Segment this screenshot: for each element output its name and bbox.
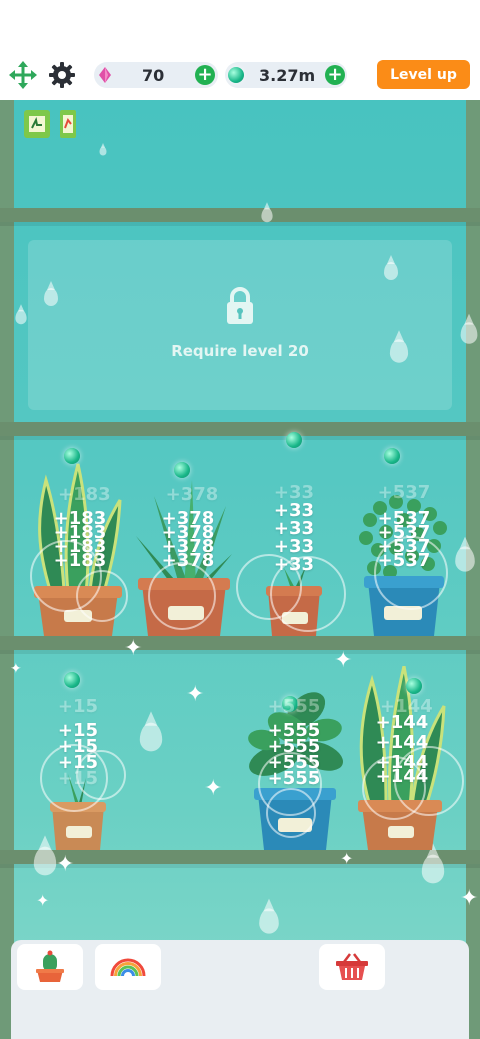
rain-drop [421, 843, 445, 884]
coin-gain-faded: +15 [57, 696, 99, 717]
gem-counter: 70 + [94, 62, 218, 88]
basket-icon [336, 953, 368, 980]
coin-gain: +537 [377, 550, 431, 571]
coin-gain-faded: +144 [380, 696, 433, 717]
top-bar: 70 + 3.27m + Level up [0, 0, 480, 100]
coin-gain-faded: +555 [267, 696, 321, 717]
rain-drop [384, 255, 398, 280]
rain-drop [389, 330, 409, 363]
shelf-3 [0, 636, 480, 650]
coin-counter: 3.27m + [225, 62, 347, 88]
basket-button[interactable] [319, 944, 385, 990]
coin-gain-faded: +183 [58, 484, 111, 505]
add-coins-button[interactable]: + [325, 65, 345, 85]
rain-drop [460, 313, 478, 344]
sparkle-icon: ✦ [56, 852, 75, 877]
sparkle-icon: ✦ [10, 661, 22, 677]
gem-count: 70 [142, 65, 165, 85]
rain-drop [455, 536, 475, 572]
coin-gain: +555 [267, 768, 321, 789]
tap-ring [148, 562, 216, 630]
coin-count: 3.27m [259, 65, 316, 85]
coin-gain: +144 [375, 766, 429, 787]
sparkle-icon: ✦ [124, 636, 143, 661]
bottom-bar [11, 940, 469, 1039]
rainbow-icon [110, 958, 146, 977]
rain-drop [33, 835, 57, 876]
coin-gain: +183 [53, 550, 107, 571]
sparkle-icon: ✦ [340, 849, 354, 868]
greenhouse-scene: Require level 20 ✦ ✦ ✦ ✦ ✦ ✦ ✦ ✦ ✦ +183 … [0, 100, 480, 1039]
rain-drop [44, 281, 58, 306]
coin-gain: +15 [57, 768, 99, 789]
green-orb-icon[interactable] [64, 448, 80, 464]
green-orb-icon[interactable] [384, 448, 400, 464]
rain-drop [139, 711, 163, 752]
sparkle-icon: ✦ [334, 648, 353, 673]
require-level-text: Require level 20 [171, 342, 309, 360]
map-icon[interactable] [60, 110, 76, 138]
cactus-pot-icon [36, 950, 64, 982]
tap-ring [76, 570, 128, 622]
shelf-2 [0, 422, 480, 436]
move-arrows-icon[interactable] [8, 60, 38, 90]
cactus-pot-button[interactable] [17, 944, 83, 990]
sparkle-icon: ✦ [204, 776, 223, 801]
coin-gain: +33 [273, 554, 315, 575]
coin-gain: +378 [161, 550, 215, 571]
sparkle-icon: ✦ [460, 886, 479, 911]
sparkle-icon: ✦ [36, 891, 50, 910]
green-orb-icon[interactable] [406, 678, 422, 694]
coin-gain-faded: +378 [165, 484, 219, 505]
sparkle-icon: ✦ [186, 682, 205, 707]
level-up-button[interactable]: Level up [377, 60, 470, 89]
gear-icon[interactable] [47, 60, 77, 90]
left-post [0, 100, 14, 1039]
rain-drop [259, 898, 279, 934]
shelf-1 [0, 208, 480, 222]
pink-gem-icon [99, 67, 111, 83]
green-orb-icon [228, 67, 244, 83]
notebook-icon[interactable] [24, 110, 50, 138]
lock-icon [227, 287, 253, 324]
coin-gain: +144 [375, 732, 429, 753]
coin-gain-faded: +537 [377, 482, 431, 503]
rain-drop [15, 304, 27, 325]
rainbow-button[interactable] [95, 944, 161, 990]
green-orb-icon[interactable] [174, 462, 190, 478]
rain-drop [99, 143, 107, 156]
rain-drop [261, 202, 273, 223]
green-orb-icon[interactable] [64, 672, 80, 688]
add-gems-button[interactable]: + [195, 65, 215, 85]
tap-ring [266, 788, 316, 838]
green-orb-icon[interactable] [286, 432, 302, 448]
